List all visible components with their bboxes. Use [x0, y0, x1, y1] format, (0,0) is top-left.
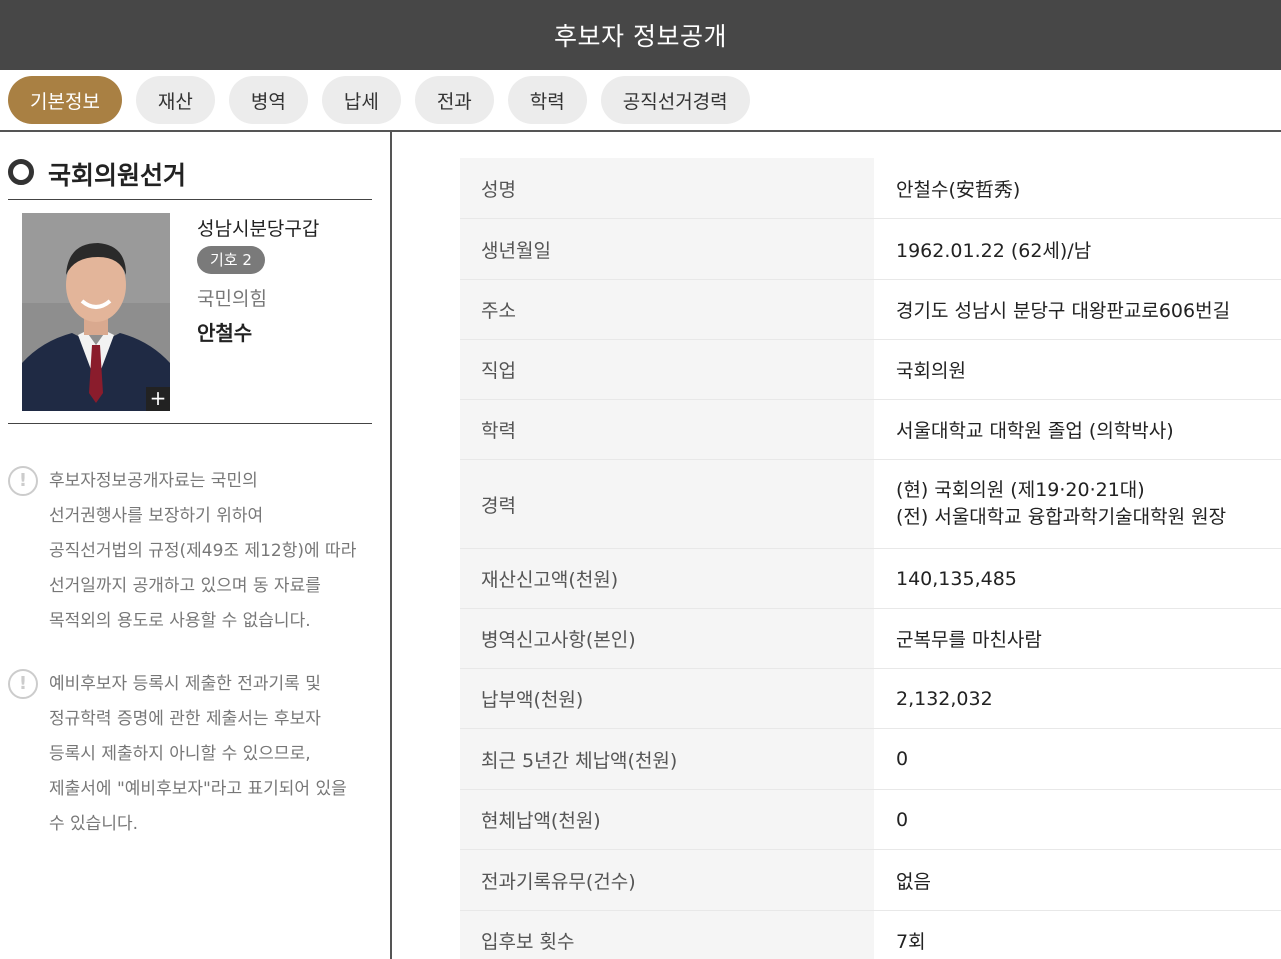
header-bar: 후보자 정보공개: [0, 0, 1281, 70]
notice-text: 후보자정보공개자료는 국민의 선거권행사를 보장하기 위하여 공직선거법의 규정…: [49, 464, 379, 639]
row-value-line: 경기도 성남시 분당구 대왕판교로606번길: [896, 300, 1231, 322]
row-label: 주소: [460, 280, 874, 339]
candidate-name: 안철수: [197, 321, 253, 345]
notice-line: 선거일까지 공개하고 있으며 동 자료를: [49, 576, 321, 596]
row-value-line: 1962.01.22 (62세)/남: [896, 239, 1092, 262]
table-row: 학력 서울대학교 대학원 졸업 (의학박사): [460, 400, 1281, 460]
row-label: 직업: [460, 340, 874, 399]
candidate-portrait-icon: [22, 213, 170, 411]
tab-basic-info[interactable]: 기본정보: [8, 76, 122, 124]
page-title: 후보자 정보공개: [554, 22, 727, 51]
row-value: 0: [874, 790, 1281, 849]
notice-line: 수 있습니다.: [49, 814, 139, 834]
row-value-line: (현) 국회의원 (제19·20·21대): [896, 479, 1145, 501]
row-value: 0: [874, 729, 1281, 789]
enlarge-photo-button[interactable]: +: [146, 387, 170, 411]
row-label: 전과기록유무(건수): [460, 850, 874, 910]
table-row: 현체납액(천원) 0: [460, 790, 1281, 850]
exclamation-icon: !: [8, 466, 38, 496]
row-value-line: 0: [896, 748, 909, 770]
candidate-party: 국민의힘: [197, 288, 267, 310]
row-value: 군복무를 마친사람: [874, 609, 1281, 668]
table-row: 최근 5년간 체납액(천원) 0: [460, 729, 1281, 790]
candidate-sidebar: 국회의원선거 + 성남시분당구갑 기호 2 국민의힘 안철수 ! 후보자정보공개…: [0, 132, 392, 959]
tab-criminal-record[interactable]: 전과: [414, 76, 494, 124]
notice-line: 선거권행사를 보장하기 위하여: [49, 506, 264, 526]
row-value: 경기도 성남시 분당구 대왕판교로606번길: [874, 280, 1281, 339]
row-label: 병역신고사항(본인): [460, 609, 874, 668]
table-row: 전과기록유무(건수) 없음: [460, 850, 1281, 911]
table-row: 주소 경기도 성남시 분당구 대왕판교로606번길: [460, 280, 1281, 340]
row-value-line: 안철수(安哲秀): [896, 178, 1021, 201]
row-label: 성명: [460, 158, 874, 218]
exclamation-icon: !: [8, 669, 38, 699]
section-header: 국회의원선거: [8, 156, 372, 200]
notice-line: 후보자정보공개자료는 국민의: [49, 471, 258, 491]
notice-line: 제출서에 "예비후보자"라고 표기되어 있을: [49, 779, 347, 799]
candidate-district: 성남시분당구갑: [197, 218, 320, 240]
table-row: 병역신고사항(본인) 군복무를 마친사람: [460, 609, 1281, 669]
row-label: 납부액(천원): [460, 669, 874, 728]
table-row: 경력 (현) 국회의원 (제19·20·21대) (전) 서울대학교 융합과학기…: [460, 460, 1281, 549]
row-value-line: 군복무를 마친사람: [896, 629, 1042, 651]
table-row: 재산신고액(천원) 140,135,485: [460, 549, 1281, 609]
row-value: 1962.01.22 (62세)/남: [874, 219, 1281, 279]
row-value: 140,135,485: [874, 549, 1281, 608]
tab-education[interactable]: 학력: [507, 76, 587, 124]
candidate-number-badge: 기호 2: [197, 246, 265, 274]
row-value: 국회의원: [874, 340, 1281, 399]
row-value: 서울대학교 대학원 졸업 (의학박사): [874, 400, 1281, 459]
notice-line: 공직선거법의 규정(제49조 제12항)에 따라: [49, 541, 357, 561]
table-row: 생년월일 1962.01.22 (62세)/남: [460, 219, 1281, 280]
table-row: 입후보 횟수 7회: [460, 911, 1281, 959]
notice-line: 정규학력 증명에 관한 제출서는 후보자: [49, 709, 321, 729]
tab-bar: 기본정보 재산 병역 납세 전과 학력 공직선거경력: [0, 70, 1281, 132]
row-value-line: 2,132,032: [896, 687, 993, 710]
candidate-photo[interactable]: +: [22, 213, 170, 411]
notice-line: 등록시 제출하지 아니할 수 있으므로,: [49, 744, 311, 764]
row-value-line: (전) 서울대학교 융합과학기술대학원 원장: [896, 506, 1227, 528]
notice-line: 목적외의 용도로 사용할 수 없습니다.: [49, 611, 311, 631]
row-value: (현) 국회의원 (제19·20·21대) (전) 서울대학교 융합과학기술대학…: [874, 460, 1281, 548]
row-value-line: 0: [896, 808, 909, 831]
tab-military[interactable]: 병역: [228, 76, 308, 124]
row-label: 입후보 횟수: [460, 911, 874, 959]
row-value-line: 7회: [896, 931, 926, 953]
circle-icon: [8, 159, 34, 185]
table-row: 납부액(천원) 2,132,032: [460, 669, 1281, 729]
row-label: 현체납액(천원): [460, 790, 874, 849]
section-title: 국회의원선거: [48, 161, 187, 190]
row-label: 학력: [460, 400, 874, 459]
row-value: 7회: [874, 911, 1281, 959]
tab-assets[interactable]: 재산: [135, 76, 215, 124]
row-value-line: 없음: [896, 870, 931, 893]
divider: [8, 423, 372, 424]
notice-text: 예비후보자 등록시 제출한 전과기록 및 정규학력 증명에 관한 제출서는 후보…: [49, 667, 379, 842]
row-value: 2,132,032: [874, 669, 1281, 728]
row-value: 안철수(安哲秀): [874, 158, 1281, 218]
row-label: 경력: [460, 460, 874, 548]
notice-line: 예비후보자 등록시 제출한 전과기록 및: [49, 674, 321, 694]
row-value: 없음: [874, 850, 1281, 910]
tab-election-history[interactable]: 공직선거경력: [600, 76, 750, 124]
row-value-line: 140,135,485: [896, 567, 1017, 590]
candidate-info-table: 성명 안철수(安哲秀) 생년월일 1962.01.22 (62세)/남 주소 경…: [460, 158, 1281, 959]
table-row: 직업 국회의원: [460, 340, 1281, 400]
row-value-line: 서울대학교 대학원 졸업 (의학박사): [896, 420, 1174, 442]
table-row: 성명 안철수(安哲秀): [460, 158, 1281, 219]
row-label: 생년월일: [460, 219, 874, 279]
tab-tax[interactable]: 납세: [321, 76, 401, 124]
row-label: 재산신고액(천원): [460, 549, 874, 608]
row-value-line: 국회의원: [896, 360, 966, 382]
row-label: 최근 5년간 체납액(천원): [460, 729, 874, 789]
